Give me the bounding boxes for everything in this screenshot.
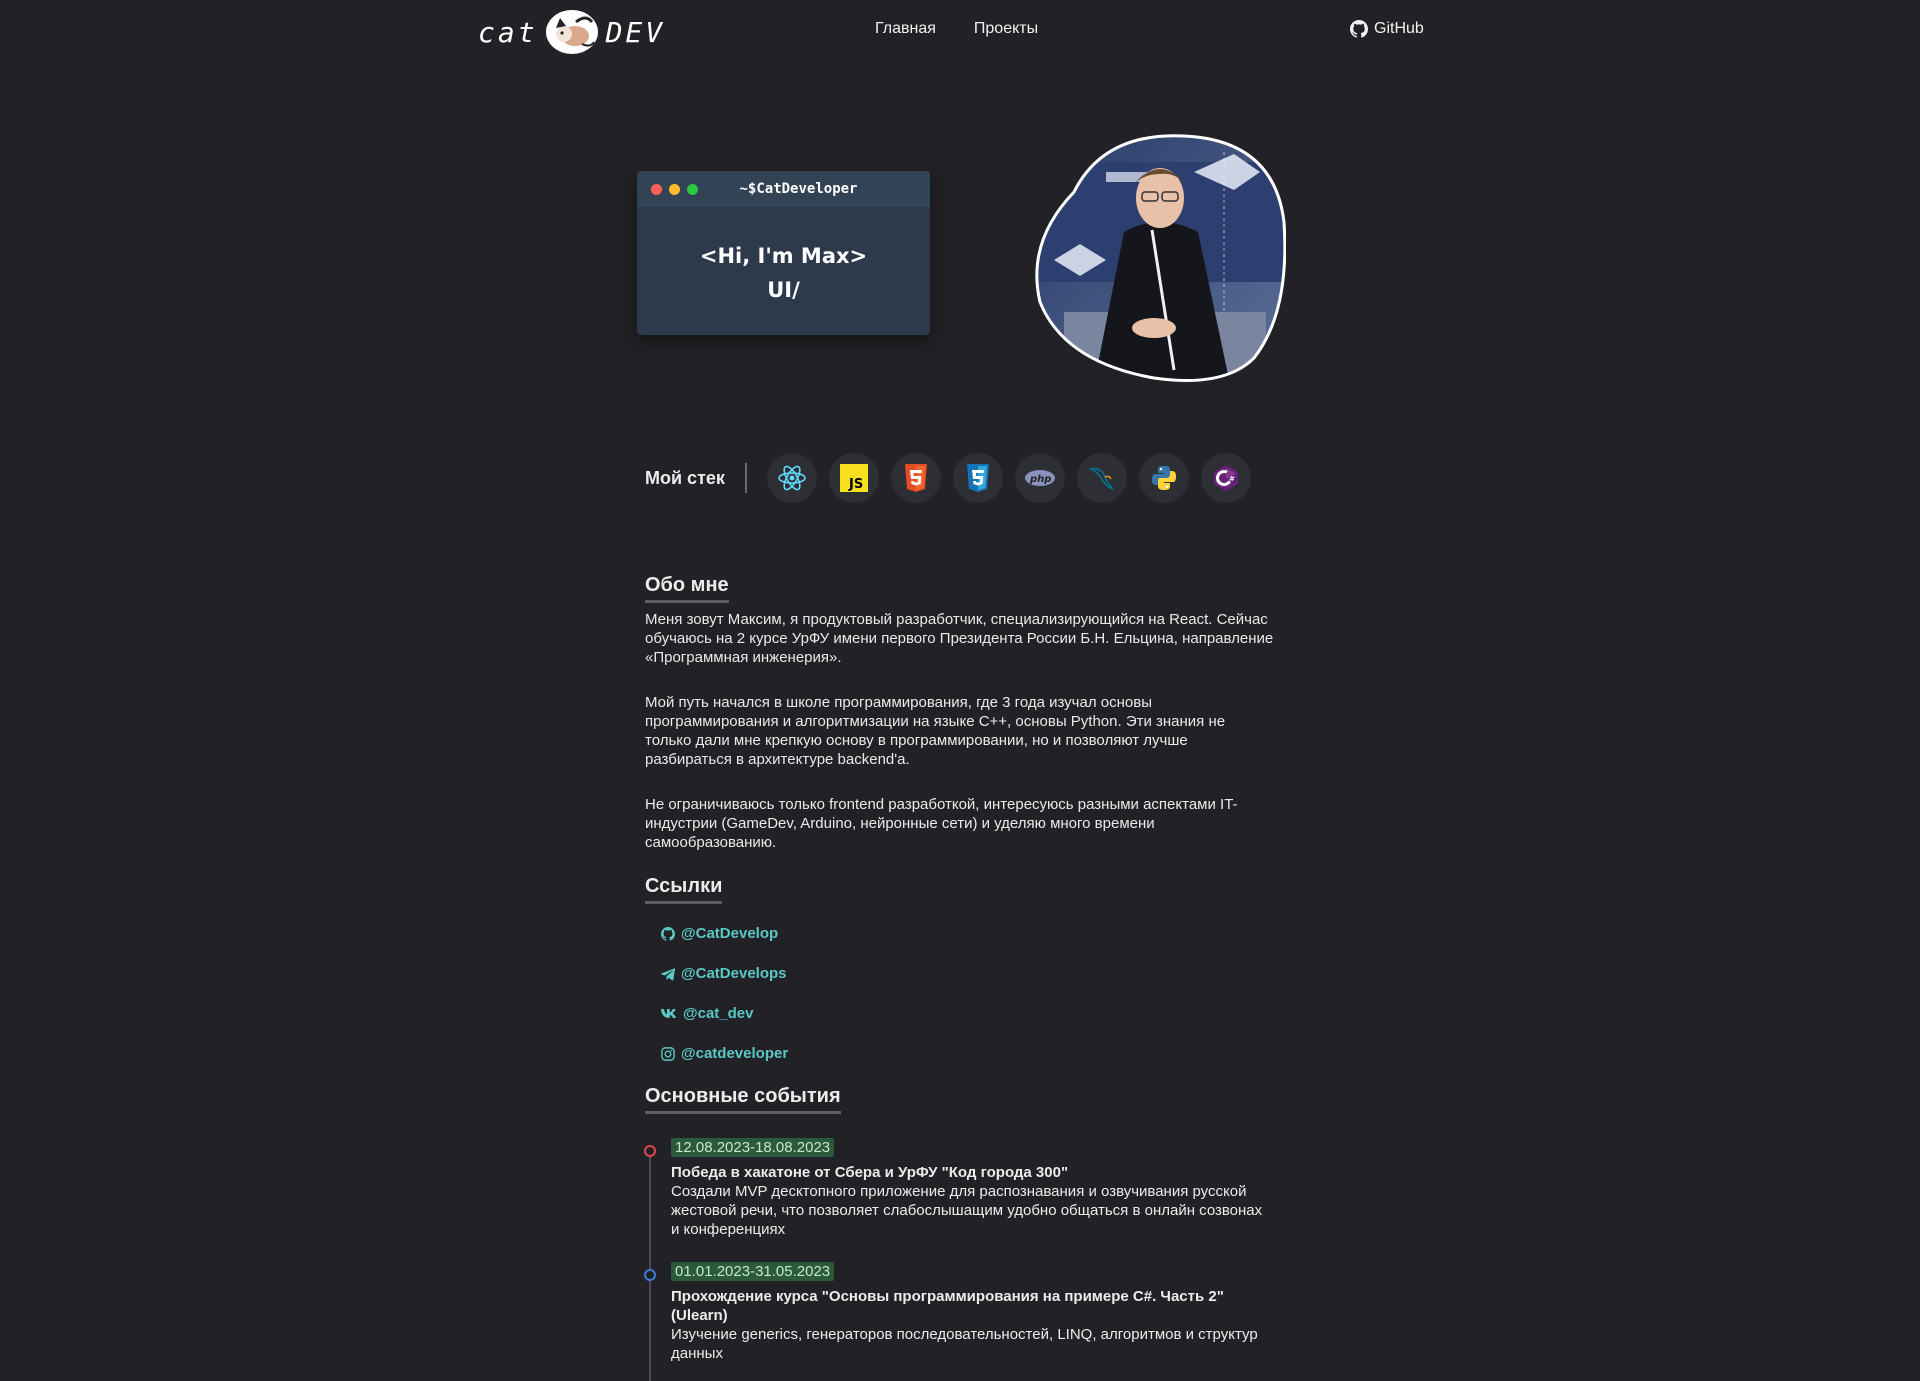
- links-section: Ссылки @CatDevelop @CatDevelops @cat_dev…: [645, 875, 1275, 1075]
- telegram-icon: [661, 967, 675, 980]
- svg-text:JS: JS: [848, 477, 863, 492]
- timeline-line: [649, 1151, 651, 1381]
- about-paragraph-2: Мой путь начался в школе программировани…: [645, 694, 1226, 768]
- link-telegram-label: @CatDevelops: [681, 965, 787, 982]
- event-description: Создали MVP десктопного приложение для р…: [671, 1183, 1263, 1238]
- event-title: Победа в хакатоне от Сбера и УрФУ "Код г…: [671, 1164, 1069, 1181]
- about-section: Обо мне Меня зовут Максим, я продуктовый…: [645, 574, 1275, 867]
- github-label: GitHub: [1374, 20, 1424, 37]
- link-vk-label: @cat_dev: [683, 1005, 754, 1022]
- nav-home[interactable]: Главная: [875, 20, 936, 38]
- php-icon: php: [1014, 453, 1065, 503]
- instagram-icon: [661, 1046, 675, 1061]
- logo[interactable]: cat DEV: [478, 8, 665, 56]
- mysql-icon: [1076, 453, 1127, 503]
- vk-icon: [661, 1008, 676, 1018]
- terminal-titlebar: ~$CatDeveloper: [637, 171, 930, 207]
- event-description: Изучение generics, генераторов последова…: [671, 1326, 1258, 1362]
- nav-projects[interactable]: Проекты: [974, 20, 1038, 38]
- greeting-line: <Hi, I'm Max>: [699, 244, 868, 268]
- event-date: 01.01.2023-31.05.2023: [671, 1262, 835, 1281]
- github-icon: [661, 926, 675, 941]
- link-instagram-label: @catdeveloper: [681, 1045, 789, 1062]
- timeline-marker: [644, 1145, 656, 1157]
- about-paragraph-1: Меня зовут Максим, я продуктовый разрабо…: [645, 611, 1274, 666]
- links-heading: Ссылки: [645, 875, 723, 904]
- csharp-icon: #: [1200, 453, 1251, 503]
- stack-divider: [744, 463, 747, 493]
- css3-icon: [952, 453, 1003, 503]
- svg-text:php: php: [1029, 474, 1051, 485]
- event-item: 01.01.2023-31.05.2023 Прохождение курса …: [671, 1262, 1271, 1363]
- tech-stack: Мой стек JS php #: [645, 451, 1263, 505]
- python-icon: [1138, 453, 1189, 503]
- react-icon: [766, 453, 817, 503]
- stack-label: Мой стек: [645, 467, 725, 488]
- terminal-title: ~$CatDeveloper: [739, 181, 858, 197]
- logo-text-cat: cat: [478, 15, 538, 49]
- logo-text-dev: DEV: [605, 15, 666, 49]
- events-heading: Основные события: [645, 1085, 841, 1114]
- terminal-card: ~$CatDeveloper <Hi, I'm Max> UI/: [637, 171, 930, 335]
- html5-icon: [890, 453, 941, 503]
- terminal-body: <Hi, I'm Max> UI/: [637, 239, 930, 307]
- cat-logo-icon: [545, 10, 598, 54]
- link-github-label: @CatDevelop: [681, 925, 779, 942]
- main-nav: Главная Проекты: [875, 20, 1038, 38]
- github-link[interactable]: GitHub: [1350, 20, 1424, 38]
- timeline-marker: [644, 1269, 656, 1281]
- github-icon: [1350, 20, 1368, 38]
- link-instagram[interactable]: @catdeveloper: [661, 1045, 788, 1062]
- role-line: UI/: [767, 278, 800, 302]
- site-header: cat DEV Главная Проекты GitHub: [0, 0, 1920, 64]
- link-github[interactable]: @CatDevelop: [661, 925, 778, 942]
- link-telegram[interactable]: @CatDevelops: [661, 965, 787, 982]
- link-vk[interactable]: @cat_dev: [661, 1005, 754, 1022]
- about-paragraph-3: Не ограничиваюсь только frontend разрабо…: [645, 796, 1238, 851]
- events-section: Основные события 12.08.2023-18.08.2023 П…: [644, 1085, 1275, 1381]
- svg-text:#: #: [1229, 475, 1235, 483]
- about-heading: Обо мне: [645, 574, 729, 603]
- profile-photo: [1035, 134, 1286, 382]
- javascript-icon: JS: [828, 453, 879, 503]
- event-date: 12.08.2023-18.08.2023: [671, 1138, 835, 1157]
- event-title: Прохождение курса "Основы программирован…: [671, 1288, 1224, 1324]
- event-item: 12.08.2023-18.08.2023 Победа в хакатоне …: [671, 1138, 1271, 1239]
